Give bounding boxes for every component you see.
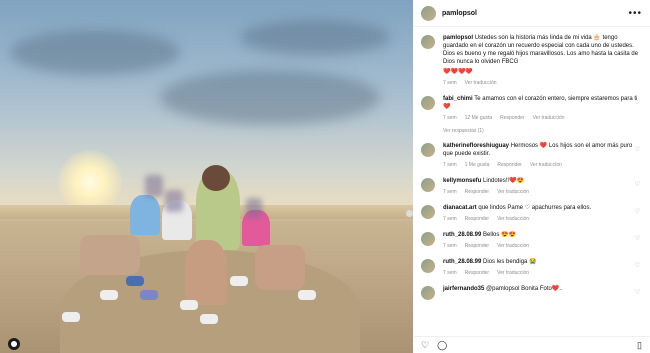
reply-button[interactable]: Responder [465,216,489,222]
heart-icon[interactable]: ♡ [421,340,429,351]
comment-time: 7 sem [443,243,457,249]
translate-link[interactable]: Ver traducción [497,189,529,195]
shoe [180,300,198,310]
avatar[interactable] [421,178,435,192]
list-item: fabi_chimi Te amamos con el corazón ente… [421,95,642,122]
comment-username[interactable]: jairfernando35 [443,286,484,292]
shoe [298,290,316,300]
list-item: ruth_28.08.99 Bellos 😍😍 7 sem Responder Ve… [421,231,642,250]
avatar[interactable] [421,232,435,246]
translate-link[interactable]: Ver traducción [530,162,562,168]
translate-link[interactable]: Ver traducción [533,115,565,121]
reply-button[interactable]: Responder [465,243,489,249]
caption-time: 7 sem [443,80,457,86]
person-legs [185,240,227,305]
comment-time: 7 sem [443,189,457,195]
comment-text: Bellos 😍😍 [483,232,516,238]
like-comment-icon[interactable]: ♡ [635,289,640,296]
comments-panel: pamlopsol ••• pamlopsol Ustedes son la h… [413,0,650,353]
blurred-face [246,198,262,218]
list-item: dianacat.art que lindos Pame ♡ apachurre… [421,204,642,223]
avatar[interactable] [421,96,435,110]
reply-button[interactable]: Responder [465,270,489,276]
comment-time: 7 sem [443,162,457,168]
shoe [62,312,80,322]
comment-text: Lindotes!!❤️😍 [483,178,524,184]
comment-icon[interactable]: ◯ [437,340,447,351]
list-item: katherinefloreshiuguay Hermosos ❤️ Los h… [421,142,642,169]
avatar[interactable] [421,259,435,273]
translate-link[interactable]: Ver traducción [497,243,529,249]
comment-username[interactable]: fabi_chimi [443,96,473,102]
avatar[interactable] [421,35,435,49]
comment-text: Dios les bendiga 😭 [483,259,537,265]
list-item: ruth_28.08.99 Dios les bendiga 😭 7 sem Re… [421,258,642,277]
comment-username[interactable]: katherinefloreshiuguay [443,143,509,149]
reply-button[interactable]: Responder [500,115,524,121]
child-legs [80,235,140,275]
caption-text: Ustedes son la historia más linda de mi … [443,35,639,65]
comment-text: @pamlopsol Bonita Foto❤️.. [486,286,563,292]
shoe [140,290,158,300]
list-item: kellymonsefu Lindotes!!❤️😍 7 sem Responde… [421,177,642,196]
caption-username[interactable]: pamlopsol [443,35,473,41]
like-comment-icon[interactable]: ♡ [635,208,640,215]
comment-username[interactable]: kellymonsefu [443,178,481,184]
bookmark-icon[interactable]: ▯ [637,340,642,351]
like-comment-icon[interactable]: ♡ [635,235,640,242]
caption: pamlopsol Ustedes son la historia más li… [421,34,642,87]
instagram-post-viewer: pamlopsol ••• pamlopsol Ustedes son la h… [0,0,650,353]
translate-link[interactable]: Ver traducción [497,216,529,222]
blurred-face [165,190,183,212]
translate-link[interactable]: Ver traducción [465,80,497,86]
post-header: pamlopsol ••• [413,0,650,27]
view-replies-link[interactable]: Ver respuestas (1) [443,128,642,134]
comment-time: 7 sem [443,216,457,222]
person-head [202,165,230,191]
reply-button[interactable]: Responder [497,162,521,168]
comment-time: 7 sem [443,115,457,121]
shoe [126,276,144,286]
avatar[interactable] [421,5,436,21]
like-comment-icon[interactable]: ♡ [635,181,640,188]
comment-username[interactable]: ruth_28.08.99 [443,232,481,238]
carousel-next-icon[interactable] [406,210,413,217]
post-username[interactable]: pamlopsol [442,10,477,17]
carousel-indicator-icon[interactable] [8,338,20,350]
comment-username[interactable]: dianacat.art [443,205,477,211]
shoe [230,276,248,286]
child-1 [130,195,160,235]
comment-likes[interactable]: 12 Me gusta [465,115,493,121]
avatar[interactable] [421,143,435,157]
blurred-face [145,175,163,197]
comment-likes[interactable]: 1 Me gusta [465,162,490,168]
avatar[interactable] [421,286,435,300]
shoe [200,314,218,324]
post-photo[interactable] [0,0,413,353]
like-comment-icon[interactable]: ♡ [635,262,640,269]
more-icon[interactable]: ••• [628,8,642,19]
comment-list: pamlopsol Ustedes son la historia más li… [413,27,650,300]
cloud-shape [10,30,180,75]
avatar[interactable] [421,205,435,219]
caption-hearts: ❤️❤️❤️❤️ [443,69,473,75]
comment-time: 7 sem [443,270,457,276]
cloud-shape [240,20,390,55]
list-item: jairfernando35 @pamlopsol Bonita Foto❤️.… [421,285,642,300]
child-legs [255,245,305,290]
reply-button[interactable]: Responder [465,189,489,195]
comment-username[interactable]: ruth_28.08.99 [443,259,481,265]
like-comment-icon[interactable]: ♡ [635,146,640,153]
post-actions: ♡ ◯ ▯ [413,336,650,353]
translate-link[interactable]: Ver traducción [497,270,529,276]
comment-text: que lindos Pame ♡ apachurres para ellos. [478,205,592,211]
cloud-shape [160,70,380,125]
shoe [100,290,118,300]
comment-text: Te amamos con el corazón entero, siempre… [443,96,638,110]
like-comment-icon[interactable]: ♡ [635,99,640,106]
